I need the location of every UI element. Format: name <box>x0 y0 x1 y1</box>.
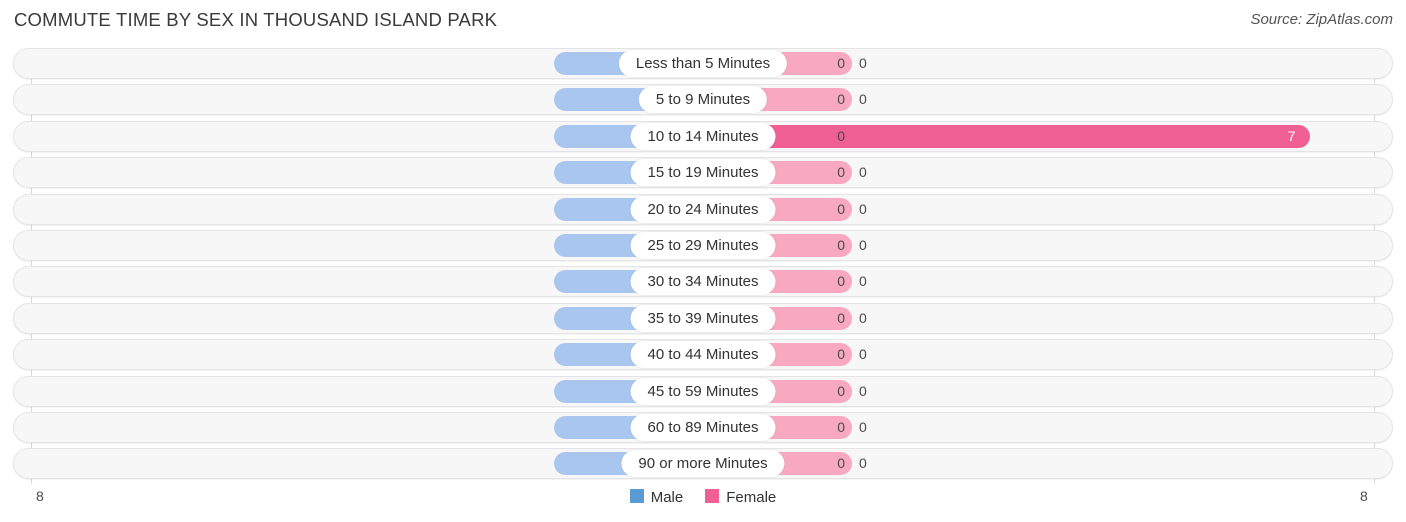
row-bars: 0 0 30 to 34 Minutes <box>0 266 1406 297</box>
chart-row: 0 0 90 or more Minutes <box>0 448 1406 480</box>
category-label: 20 to 24 Minutes <box>630 195 776 223</box>
category-label: 90 or more Minutes <box>621 450 785 478</box>
chart-plot-area: 0 0 Less than 5 Minutes 0 0 5 to 9 Minutes 0 7 1… <box>0 48 1406 484</box>
value-male: 0 <box>837 164 845 181</box>
row-bars: 0 0 20 to 24 Minutes <box>0 194 1406 225</box>
chart-row: 0 0 45 to 59 Minutes <box>0 375 1406 407</box>
chart-row: 0 0 40 to 44 Minutes <box>0 339 1406 371</box>
row-bars: 0 7 10 to 14 Minutes <box>0 121 1406 152</box>
value-female: 0 <box>859 236 867 253</box>
legend-item[interactable]: Female <box>705 488 776 506</box>
row-bars: 0 0 45 to 59 Minutes <box>0 376 1406 407</box>
bar-female <box>703 124 1310 148</box>
value-male: 0 <box>837 127 845 144</box>
value-female: 0 <box>859 455 867 472</box>
value-female: 0 <box>859 382 867 399</box>
value-male: 0 <box>837 455 845 472</box>
value-female: 7 <box>1287 127 1296 144</box>
chart-row: 0 7 10 to 14 Minutes <box>0 120 1406 152</box>
chart-row: 0 0 15 to 19 Minutes <box>0 157 1406 189</box>
legend-swatch-icon <box>629 489 644 503</box>
chart-row: 0 0 35 to 39 Minutes <box>0 302 1406 334</box>
legend-item-label: Male <box>650 488 684 506</box>
legend-item[interactable]: Male <box>629 488 684 506</box>
chart-row: 0 0 Less than 5 Minutes <box>0 48 1406 79</box>
value-male: 0 <box>837 418 845 435</box>
chart-row: 00 5 to 9 Minutes <box>0 84 1406 116</box>
category-label: 60 to 89 Minutes <box>630 413 776 441</box>
value-male: 0 <box>837 236 845 253</box>
chart-footer: 8 8 Male Female <box>0 484 1406 522</box>
value-male: 0 <box>837 200 845 217</box>
chart-legend: Male Female <box>0 488 1406 506</box>
row-bars: 0 0 40 to 44 Minutes <box>0 339 1406 370</box>
category-label: 15 to 19 Minutes <box>630 159 776 187</box>
row-bars: 0 0 25 to 29 Minutes <box>0 230 1406 261</box>
page-title: COMMUTE TIME BY SEX IN THOUSAND ISLAND P… <box>14 9 498 30</box>
row-bars: 0 0 90 or more Minutes <box>0 448 1406 479</box>
chart-rows: 0 0 Less than 5 Minutes 0 0 5 to 9 Minutes 0 7 1… <box>0 48 1406 485</box>
row-bars: 0 0 Less than 5 Minutes <box>0 48 1406 79</box>
legend-item-label: Female <box>726 488 777 506</box>
value-female: 0 <box>859 91 867 108</box>
category-label: 35 to 39 Minutes <box>630 304 776 332</box>
value-female: 0 <box>859 55 867 71</box>
value-male: 0 <box>837 273 845 290</box>
category-label: 5 to 9 Minutes <box>638 86 768 114</box>
value-male: 0 <box>837 55 845 71</box>
chart-header: COMMUTE TIME BY SEX IN THOUSAND ISLAND P… <box>0 0 1406 44</box>
category-label: 40 to 44 Minutes <box>630 341 776 369</box>
category-label: 45 to 59 Minutes <box>630 377 776 405</box>
chart-row: 0 0 20 to 24 Minutes <box>0 193 1406 225</box>
value-female: 0 <box>859 273 867 290</box>
value-female: 0 <box>859 418 867 435</box>
row-bars: 0 0 35 to 39 Minutes <box>0 303 1406 334</box>
value-male: 0 <box>837 346 845 363</box>
category-label: 30 to 34 Minutes <box>630 268 776 296</box>
category-label: Less than 5 Minutes <box>618 50 788 77</box>
value-female: 0 <box>859 309 867 326</box>
source-attribution: Source: ZipAtlas.com <box>1250 11 1393 28</box>
value-female: 0 <box>859 200 867 217</box>
category-label: 10 to 14 Minutes <box>630 122 776 150</box>
value-female: 0 <box>859 346 867 363</box>
row-bars: 0 0 15 to 19 Minutes <box>0 157 1406 188</box>
row-bars: 00 5 to 9 Minutes <box>0 84 1406 115</box>
value-male: 0 <box>837 309 845 326</box>
row-bars: 0 0 60 to 89 Minutes <box>0 412 1406 443</box>
value-female: 0 <box>859 164 867 181</box>
chart-row: 0 0 30 to 34 Minutes <box>0 266 1406 298</box>
value-male: 0 <box>837 382 845 399</box>
category-label: 25 to 29 Minutes <box>630 231 776 259</box>
value-male: 0 <box>837 91 845 108</box>
chart-row: 0 0 60 to 89 Minutes <box>0 411 1406 443</box>
legend-swatch-icon <box>705 489 720 503</box>
chart-row: 0 0 25 to 29 Minutes <box>0 229 1406 261</box>
